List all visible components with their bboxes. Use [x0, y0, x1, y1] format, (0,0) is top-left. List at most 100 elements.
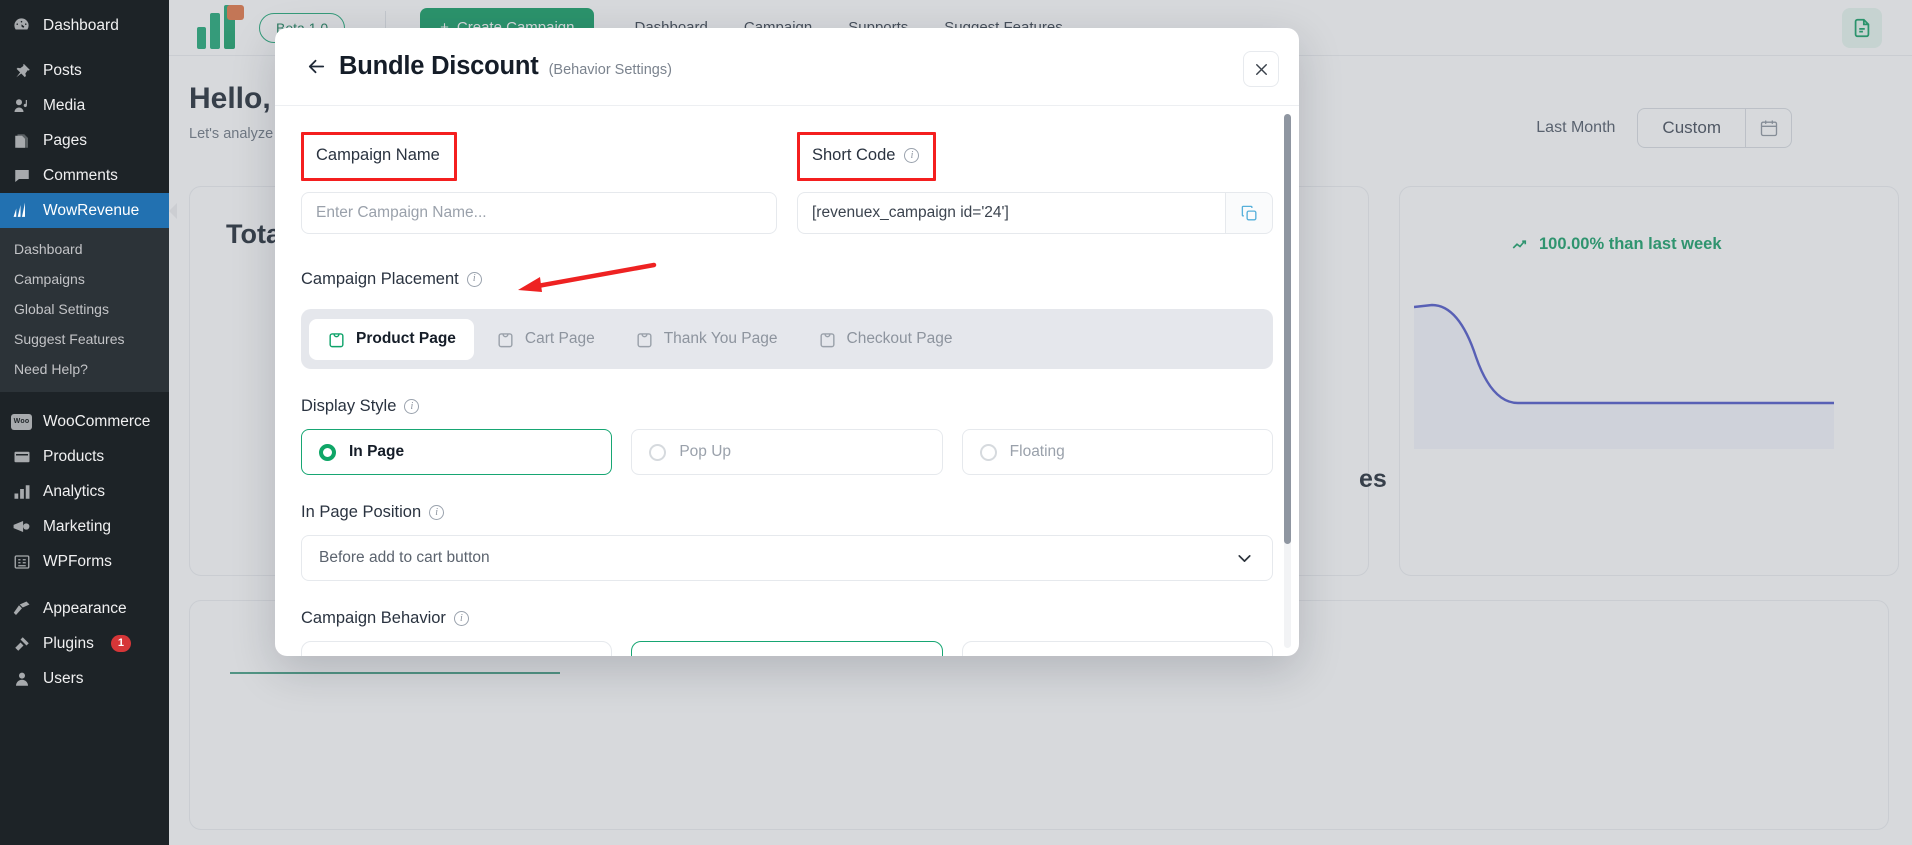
shopping-bag-icon [635, 330, 654, 349]
screen: Beta 1.0 + Create Campaign Dashboard Cam… [0, 0, 1912, 845]
sidebar-item-posts[interactable]: Posts [0, 53, 169, 88]
marketing-icon [11, 516, 32, 537]
submenu-global-settings[interactable]: Global Settings [0, 294, 169, 324]
campaign-name-highlight: Campaign Name [301, 132, 457, 181]
sidebar-item-analytics[interactable]: Analytics [0, 474, 169, 509]
comments-icon [11, 165, 32, 186]
sidebar-item-dashboard[interactable]: Dashboard [0, 8, 169, 43]
sidebar-item-products[interactable]: Products [0, 439, 169, 474]
info-icon[interactable]: i [429, 505, 445, 520]
sidebar-item-appearance[interactable]: Appearance [0, 591, 169, 626]
info-icon[interactable]: i [904, 148, 920, 163]
appearance-icon [11, 598, 32, 619]
tab-product-page[interactable]: Product Page [309, 318, 474, 360]
tab-label: Cart Page [524, 330, 595, 347]
display-style-pop-up[interactable]: Pop Up [631, 429, 943, 475]
sidebar-label: Plugins [43, 634, 94, 652]
copy-icon[interactable] [1225, 192, 1273, 234]
display-style-label: Display Style [301, 397, 397, 415]
submenu-dashboard[interactable]: Dashboard [0, 234, 169, 264]
sidebar-item-pages[interactable]: Pages [0, 123, 169, 158]
submenu-campaigns[interactable]: Campaigns [0, 264, 169, 294]
shopping-bag-icon [496, 330, 515, 349]
display-style-floating[interactable]: Floating [961, 429, 1273, 475]
campaign-name-placeholder: Enter Campaign Name... [316, 204, 487, 221]
pin-icon [11, 60, 32, 81]
submenu-suggest-features[interactable]: Suggest Features [0, 324, 169, 354]
analytics-icon [11, 481, 32, 502]
campaign-name-input[interactable]: Enter Campaign Name... [301, 192, 777, 234]
close-icon[interactable] [1243, 51, 1279, 87]
woo-icon: Woo [11, 411, 32, 432]
campaign-behavior-options: Cross-sell The goal is to cross-sell Ups… [301, 641, 1273, 656]
display-style-in-page[interactable]: In Page [301, 429, 613, 475]
campaign-name-field: Campaign Name Enter Campaign Name... [301, 132, 777, 234]
campaign-behavior-label: Campaign Behavior [301, 609, 446, 627]
tab-label: Product Page [356, 330, 456, 347]
campaign-placement-tabs: Product Page Cart Page Thank You Page Ch… [301, 309, 1273, 369]
sidebar-item-wowrevenue[interactable]: WowRevenue [0, 193, 177, 228]
campaign-name-label: Campaign Name [316, 146, 440, 164]
option-label: Pop Up [679, 443, 732, 460]
behavior-cross-sell[interactable]: Cross-sell The goal is to cross-sell [301, 641, 613, 656]
radio-icon [979, 443, 997, 461]
modal-scrollbar-thumb[interactable] [1284, 114, 1291, 544]
wpforms-icon [11, 551, 32, 572]
name-and-shortcode-row: Campaign Name Enter Campaign Name... Sho… [301, 132, 1273, 234]
radio-icon [319, 443, 336, 461]
short-code-value: [revenuex_campaign id='24'] [812, 204, 1009, 221]
sidebar-item-marketing[interactable]: Marketing [0, 509, 169, 544]
info-icon[interactable]: i [453, 611, 469, 626]
tab-thank-you-page[interactable]: Thank You Page [617, 319, 796, 360]
sidebar-label: Products [43, 447, 105, 465]
sidebar-label: Marketing [43, 517, 112, 535]
annotation-arrow-icon [517, 262, 656, 292]
short-code-input[interactable]: [revenuex_campaign id='24'] [797, 192, 1225, 234]
display-style-options: In Page Pop Up Floating [301, 429, 1273, 475]
behavior-down-sell[interactable]: Down-sell The goal is to down-sell [961, 641, 1273, 656]
sidebar-label: WowRevenue [43, 201, 140, 219]
bundle-discount-modal: Bundle Discount (Behavior Settings) Camp… [275, 28, 1299, 656]
in-page-position-label-row: In Page Position i [301, 503, 1273, 522]
sidebar-item-media[interactable]: Media [0, 88, 169, 123]
tab-label: Thank You Page [663, 330, 778, 347]
info-icon[interactable]: i [404, 399, 420, 414]
short-code-highlight: Short Code i [797, 132, 937, 181]
chevron-down-icon [1234, 548, 1255, 569]
modal-body: Campaign Name Enter Campaign Name... Sho… [275, 106, 1299, 656]
wowrevenue-submenu: Dashboard Campaigns Global Settings Sugg… [0, 228, 169, 392]
modal-header: Bundle Discount (Behavior Settings) [275, 28, 1299, 106]
radio-icon [649, 443, 667, 461]
short-code-input-group: [revenuex_campaign id='24'] [797, 192, 1273, 234]
products-icon [11, 446, 32, 467]
modal-subtitle: (Behavior Settings) [548, 61, 672, 78]
in-page-position-label: In Page Position [301, 503, 422, 521]
short-code-label: Short Code [812, 146, 896, 164]
plugins-icon [11, 633, 32, 654]
modal-title: Bundle Discount [339, 52, 539, 80]
tab-cart-page[interactable]: Cart Page [478, 319, 613, 360]
display-style-label-row: Display Style i [301, 397, 1273, 416]
sidebar-item-plugins[interactable]: Plugins 1 [0, 626, 169, 661]
submenu-need-help[interactable]: Need Help? [0, 354, 169, 384]
sidebar-item-comments[interactable]: Comments [0, 158, 169, 193]
pages-icon [11, 130, 32, 151]
tab-label: Checkout Page [846, 330, 953, 347]
sidebar-label: Posts [43, 61, 82, 79]
info-icon[interactable]: i [466, 271, 482, 287]
campaign-placement-label: Campaign Placement [301, 269, 459, 288]
plugins-update-badge: 1 [110, 635, 131, 652]
sidebar-label: Appearance [43, 599, 127, 617]
in-page-position-select[interactable]: Before add to cart button [301, 535, 1273, 581]
sidebar-label: Analytics [43, 482, 106, 500]
tab-checkout-page[interactable]: Checkout Page [800, 319, 971, 360]
behavior-upsell[interactable]: Upsell The goal is to upsell [631, 641, 943, 656]
sidebar-item-wpforms[interactable]: WPForms [0, 544, 169, 579]
campaign-behavior-label-row: Campaign Behavior i [301, 609, 1273, 628]
sidebar-item-users[interactable]: Users [0, 661, 169, 696]
dashboard-icon [11, 15, 32, 36]
sidebar-item-woocommerce[interactable]: Woo WooCommerce [0, 404, 169, 439]
sidebar-label: WPForms [43, 552, 112, 570]
arrow-left-icon[interactable] [301, 52, 331, 82]
sidebar-label: Comments [43, 166, 118, 184]
